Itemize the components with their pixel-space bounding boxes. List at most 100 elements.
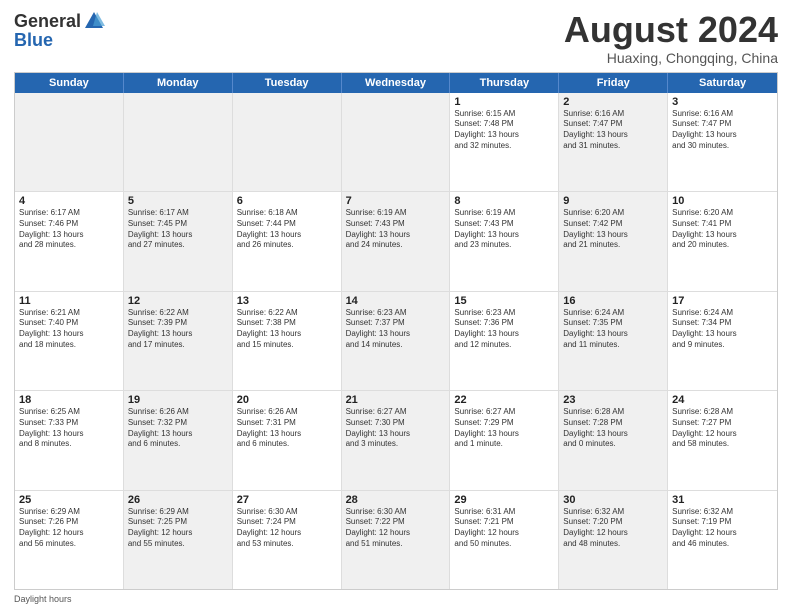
day-info: Sunrise: 6:26 AM Sunset: 7:32 PM Dayligh… bbox=[128, 407, 228, 450]
header: General Blue August 2024 Huaxing, Chongq… bbox=[14, 10, 778, 66]
day-number: 11 bbox=[19, 295, 119, 307]
cal-header-cell: Thursday bbox=[450, 73, 559, 93]
calendar-cell: 22Sunrise: 6:27 AM Sunset: 7:29 PM Dayli… bbox=[450, 391, 559, 489]
day-number: 9 bbox=[563, 195, 663, 207]
day-info: Sunrise: 6:24 AM Sunset: 7:35 PM Dayligh… bbox=[563, 308, 663, 351]
day-info: Sunrise: 6:29 AM Sunset: 7:26 PM Dayligh… bbox=[19, 507, 119, 550]
day-number: 18 bbox=[19, 394, 119, 406]
day-number: 7 bbox=[346, 195, 446, 207]
calendar-cell: 10Sunrise: 6:20 AM Sunset: 7:41 PM Dayli… bbox=[668, 192, 777, 290]
day-number: 16 bbox=[563, 295, 663, 307]
day-number: 17 bbox=[672, 295, 773, 307]
calendar-body: 1Sunrise: 6:15 AM Sunset: 7:48 PM Daylig… bbox=[15, 93, 777, 589]
day-info: Sunrise: 6:17 AM Sunset: 7:46 PM Dayligh… bbox=[19, 208, 119, 251]
day-number: 8 bbox=[454, 195, 554, 207]
calendar-cell bbox=[124, 93, 233, 191]
day-number: 23 bbox=[563, 394, 663, 406]
calendar-cell: 11Sunrise: 6:21 AM Sunset: 7:40 PM Dayli… bbox=[15, 292, 124, 390]
calendar-header: SundayMondayTuesdayWednesdayThursdayFrid… bbox=[15, 73, 777, 93]
day-info: Sunrise: 6:21 AM Sunset: 7:40 PM Dayligh… bbox=[19, 308, 119, 351]
calendar-cell: 8Sunrise: 6:19 AM Sunset: 7:43 PM Daylig… bbox=[450, 192, 559, 290]
calendar-cell: 14Sunrise: 6:23 AM Sunset: 7:37 PM Dayli… bbox=[342, 292, 451, 390]
day-number: 1 bbox=[454, 96, 554, 108]
day-number: 25 bbox=[19, 494, 119, 506]
calendar-week: 4Sunrise: 6:17 AM Sunset: 7:46 PM Daylig… bbox=[15, 191, 777, 290]
day-number: 3 bbox=[672, 96, 773, 108]
title-area: August 2024 Huaxing, Chongqing, China bbox=[564, 10, 778, 66]
day-info: Sunrise: 6:19 AM Sunset: 7:43 PM Dayligh… bbox=[454, 208, 554, 251]
day-info: Sunrise: 6:23 AM Sunset: 7:36 PM Dayligh… bbox=[454, 308, 554, 351]
day-number: 21 bbox=[346, 394, 446, 406]
cal-header-cell: Tuesday bbox=[233, 73, 342, 93]
day-number: 15 bbox=[454, 295, 554, 307]
calendar-cell: 5Sunrise: 6:17 AM Sunset: 7:45 PM Daylig… bbox=[124, 192, 233, 290]
calendar-cell: 21Sunrise: 6:27 AM Sunset: 7:30 PM Dayli… bbox=[342, 391, 451, 489]
calendar-cell: 6Sunrise: 6:18 AM Sunset: 7:44 PM Daylig… bbox=[233, 192, 342, 290]
day-info: Sunrise: 6:30 AM Sunset: 7:24 PM Dayligh… bbox=[237, 507, 337, 550]
day-info: Sunrise: 6:29 AM Sunset: 7:25 PM Dayligh… bbox=[128, 507, 228, 550]
calendar-week: 1Sunrise: 6:15 AM Sunset: 7:48 PM Daylig… bbox=[15, 93, 777, 191]
calendar-week: 11Sunrise: 6:21 AM Sunset: 7:40 PM Dayli… bbox=[15, 291, 777, 390]
day-info: Sunrise: 6:23 AM Sunset: 7:37 PM Dayligh… bbox=[346, 308, 446, 351]
calendar-cell: 24Sunrise: 6:28 AM Sunset: 7:27 PM Dayli… bbox=[668, 391, 777, 489]
day-number: 4 bbox=[19, 195, 119, 207]
calendar-week: 18Sunrise: 6:25 AM Sunset: 7:33 PM Dayli… bbox=[15, 390, 777, 489]
day-number: 31 bbox=[672, 494, 773, 506]
calendar-cell: 28Sunrise: 6:30 AM Sunset: 7:22 PM Dayli… bbox=[342, 491, 451, 589]
calendar-cell: 1Sunrise: 6:15 AM Sunset: 7:48 PM Daylig… bbox=[450, 93, 559, 191]
cal-header-cell: Friday bbox=[559, 73, 668, 93]
calendar-cell: 2Sunrise: 6:16 AM Sunset: 7:47 PM Daylig… bbox=[559, 93, 668, 191]
day-number: 12 bbox=[128, 295, 228, 307]
page-title: August 2024 bbox=[564, 10, 778, 50]
calendar-cell: 3Sunrise: 6:16 AM Sunset: 7:47 PM Daylig… bbox=[668, 93, 777, 191]
calendar-cell: 12Sunrise: 6:22 AM Sunset: 7:39 PM Dayli… bbox=[124, 292, 233, 390]
logo-icon bbox=[83, 10, 105, 32]
day-info: Sunrise: 6:22 AM Sunset: 7:38 PM Dayligh… bbox=[237, 308, 337, 351]
day-number: 5 bbox=[128, 195, 228, 207]
logo-area: General Blue bbox=[14, 10, 105, 51]
calendar-cell: 30Sunrise: 6:32 AM Sunset: 7:20 PM Dayli… bbox=[559, 491, 668, 589]
calendar-cell: 19Sunrise: 6:26 AM Sunset: 7:32 PM Dayli… bbox=[124, 391, 233, 489]
page: General Blue August 2024 Huaxing, Chongq… bbox=[0, 0, 792, 612]
day-info: Sunrise: 6:20 AM Sunset: 7:42 PM Dayligh… bbox=[563, 208, 663, 251]
calendar-cell: 9Sunrise: 6:20 AM Sunset: 7:42 PM Daylig… bbox=[559, 192, 668, 290]
day-number: 27 bbox=[237, 494, 337, 506]
page-subtitle: Huaxing, Chongqing, China bbox=[564, 50, 778, 66]
day-info: Sunrise: 6:19 AM Sunset: 7:43 PM Dayligh… bbox=[346, 208, 446, 251]
cal-header-cell: Sunday bbox=[15, 73, 124, 93]
calendar-cell: 4Sunrise: 6:17 AM Sunset: 7:46 PM Daylig… bbox=[15, 192, 124, 290]
day-number: 10 bbox=[672, 195, 773, 207]
calendar-cell: 15Sunrise: 6:23 AM Sunset: 7:36 PM Dayli… bbox=[450, 292, 559, 390]
day-info: Sunrise: 6:16 AM Sunset: 7:47 PM Dayligh… bbox=[672, 109, 773, 152]
day-info: Sunrise: 6:15 AM Sunset: 7:48 PM Dayligh… bbox=[454, 109, 554, 152]
day-number: 30 bbox=[563, 494, 663, 506]
calendar-cell: 29Sunrise: 6:31 AM Sunset: 7:21 PM Dayli… bbox=[450, 491, 559, 589]
day-number: 29 bbox=[454, 494, 554, 506]
day-number: 2 bbox=[563, 96, 663, 108]
day-number: 6 bbox=[237, 195, 337, 207]
calendar-cell bbox=[342, 93, 451, 191]
day-number: 24 bbox=[672, 394, 773, 406]
day-info: Sunrise: 6:32 AM Sunset: 7:20 PM Dayligh… bbox=[563, 507, 663, 550]
day-number: 14 bbox=[346, 295, 446, 307]
day-info: Sunrise: 6:31 AM Sunset: 7:21 PM Dayligh… bbox=[454, 507, 554, 550]
logo-blue-text: Blue bbox=[14, 30, 53, 51]
day-info: Sunrise: 6:32 AM Sunset: 7:19 PM Dayligh… bbox=[672, 507, 773, 550]
day-info: Sunrise: 6:26 AM Sunset: 7:31 PM Dayligh… bbox=[237, 407, 337, 450]
footer-note: Daylight hours bbox=[14, 594, 778, 604]
logo: General bbox=[14, 10, 105, 32]
day-info: Sunrise: 6:28 AM Sunset: 7:28 PM Dayligh… bbox=[563, 407, 663, 450]
calendar-cell: 17Sunrise: 6:24 AM Sunset: 7:34 PM Dayli… bbox=[668, 292, 777, 390]
calendar-cell bbox=[233, 93, 342, 191]
cal-header-cell: Saturday bbox=[668, 73, 777, 93]
day-info: Sunrise: 6:27 AM Sunset: 7:30 PM Dayligh… bbox=[346, 407, 446, 450]
calendar-cell: 25Sunrise: 6:29 AM Sunset: 7:26 PM Dayli… bbox=[15, 491, 124, 589]
cal-header-cell: Wednesday bbox=[342, 73, 451, 93]
calendar-cell: 18Sunrise: 6:25 AM Sunset: 7:33 PM Dayli… bbox=[15, 391, 124, 489]
day-info: Sunrise: 6:16 AM Sunset: 7:47 PM Dayligh… bbox=[563, 109, 663, 152]
day-number: 28 bbox=[346, 494, 446, 506]
calendar-cell: 31Sunrise: 6:32 AM Sunset: 7:19 PM Dayli… bbox=[668, 491, 777, 589]
day-number: 13 bbox=[237, 295, 337, 307]
day-info: Sunrise: 6:28 AM Sunset: 7:27 PM Dayligh… bbox=[672, 407, 773, 450]
calendar-cell bbox=[15, 93, 124, 191]
